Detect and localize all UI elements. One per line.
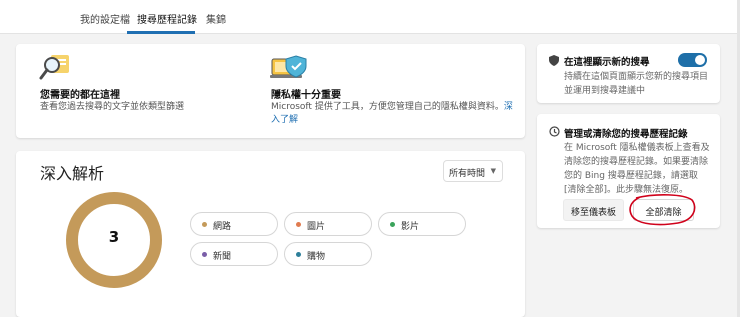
category-pill-news[interactable]: 新聞 (190, 242, 278, 266)
tab-collections[interactable]: 集錦 (206, 11, 226, 26)
images-color-dot (296, 222, 301, 227)
category-label: 網路 (213, 222, 232, 232)
feature-desc-privacy-text: Microsoft 提供了工具，方便您管理自己的隱私權與資料。 (271, 102, 504, 112)
time-filter-value: 所有時間 (449, 169, 486, 179)
category-label: 圖片 (307, 222, 326, 232)
category-label: 新聞 (213, 252, 232, 262)
tab-search-history[interactable]: 搜尋歷程記錄 (137, 11, 197, 26)
privacy-shield-laptop-icon (270, 53, 310, 81)
web-color-dot (202, 222, 207, 227)
active-tab-indicator (127, 31, 195, 34)
shield-icon (549, 55, 559, 66)
news-color-dot (202, 252, 207, 257)
feature-title-everything: 您需要的都在這裡 (40, 90, 120, 101)
manage-history-title: 管理或清除您的搜尋歷程記錄 (564, 129, 688, 140)
feature-desc-privacy: Microsoft 提供了工具，方便您管理自己的隱私權與資料。深入了解 (271, 101, 513, 127)
feature-title-privacy: 隱私權十分重要 (271, 90, 341, 101)
category-pill-images[interactable]: 圖片 (284, 212, 372, 236)
category-label: 影片 (401, 222, 420, 232)
videos-color-dot (390, 222, 395, 227)
feature-desc-everything: 查看您過去搜尋的文字並依類型篩選 (40, 102, 185, 112)
top-nav-bar: 我的設定檔 搜尋歷程記錄 集錦 (0, 0, 740, 34)
show-new-searches-desc: 持續在這個頁面顯示您新的搜尋項目並運用到搜尋建議中 (564, 72, 709, 96)
donut-total-count: 3 (108, 228, 120, 246)
category-pill-shopping[interactable]: 購物 (284, 242, 372, 266)
time-filter-dropdown[interactable]: 所有時間 ▼ (443, 160, 503, 182)
chevron-down-icon: ▼ (490, 167, 496, 175)
category-pill-videos[interactable]: 影片 (378, 212, 466, 236)
show-new-searches-title: 在這裡顯示新的搜尋 (564, 57, 650, 68)
go-to-dashboard-button[interactable]: 移至儀表板 (563, 199, 624, 221)
category-pill-web[interactable]: 網路 (190, 212, 278, 236)
toggle-knob (695, 55, 705, 65)
category-label: 購物 (307, 252, 326, 262)
insights-title: 深入解析 (40, 164, 105, 183)
manage-history-desc: 在 Microsoft 隱私權儀表板上查看及清除您的搜尋歷程記錄。如果要清除您的… (564, 143, 710, 195)
show-new-searches-toggle[interactable] (678, 53, 707, 67)
history-icon (549, 126, 560, 137)
tab-my-profile[interactable]: 我的設定檔 (80, 11, 130, 26)
search-magnifier-icon (39, 53, 71, 81)
annotation-circle (626, 192, 698, 228)
shopping-color-dot (296, 252, 301, 257)
